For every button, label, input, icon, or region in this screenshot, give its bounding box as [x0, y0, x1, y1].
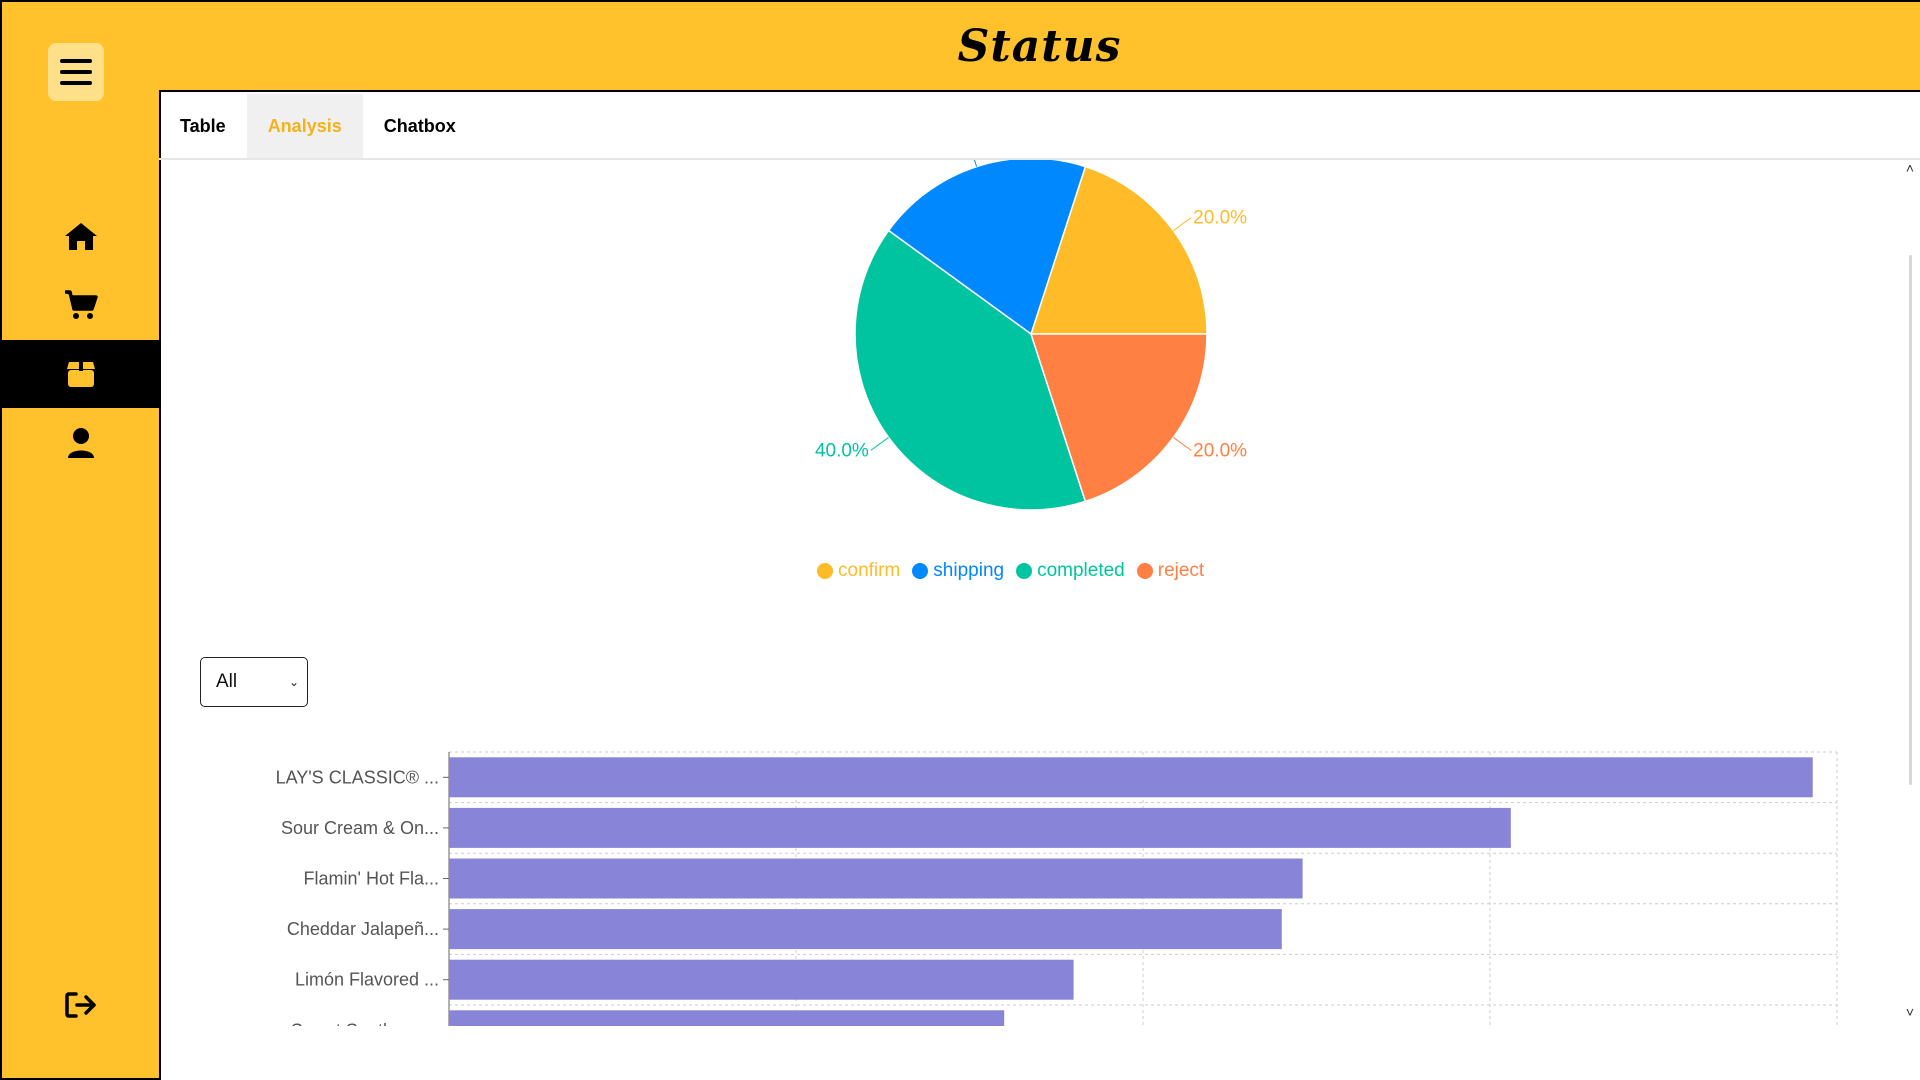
legend-dot: [912, 563, 929, 579]
pie-label-line: [973, 160, 978, 167]
y-tick-label: Flamin' Hot Fla...: [304, 869, 439, 889]
y-tick-label: LAY'S CLASSIC® ...: [276, 767, 439, 787]
pie-label: 20.0%: [1193, 208, 1247, 229]
legend-dot: [1136, 563, 1153, 579]
logout-icon: [64, 992, 96, 1018]
hamburger-icon: [60, 59, 92, 85]
scroll-down-icon[interactable]: ˅: [1906, 1004, 1914, 1020]
pie-legend: confirm shipping completed reject: [817, 560, 1204, 582]
sidebar-item-orders[interactable]: [2, 340, 159, 408]
legend-item-completed: completed: [1016, 560, 1125, 582]
home-icon: [64, 223, 97, 250]
y-tick-label: Sour Cream & On...: [281, 818, 439, 838]
select-value: All: [216, 671, 238, 692]
bar: [449, 909, 1282, 950]
page-title: Status: [957, 20, 1122, 72]
legend-dot: [817, 563, 833, 579]
chevron-down-icon: ⌄: [288, 675, 299, 689]
pie-label: 20.0%: [1193, 440, 1247, 461]
pie-label-line: [1173, 437, 1192, 451]
tab-table[interactable]: Table: [159, 94, 247, 158]
sidebar: [0, 0, 161, 1080]
y-tick-label: Cheddar Jalapeñ...: [287, 919, 439, 939]
tab-bar: Table Analysis Chatbox: [159, 94, 1920, 160]
legend-item-reject: reject: [1136, 560, 1205, 582]
status-pie-chart: 20.0% 40.0% 20.0%: [815, 160, 1247, 511]
pie-label-line: [870, 437, 889, 451]
y-tick-label: Sweet Southern ...: [291, 1020, 439, 1026]
status-filter-select[interactable]: All ⌄: [200, 657, 308, 707]
menu-toggle-button[interactable]: [48, 43, 104, 101]
pie-label-line: [1173, 217, 1192, 231]
legend-label: reject: [1157, 560, 1205, 581]
legend-item-confirm: confirm: [817, 560, 900, 582]
product-bar-chart: LAY'S CLASSIC® ... Sour Cream & On... Flam…: [276, 751, 1838, 1026]
legend-label: shipping: [933, 560, 1005, 581]
pie-label: 40.0%: [815, 440, 869, 461]
cart-icon: [64, 290, 98, 319]
legend-label: confirm: [838, 560, 901, 581]
user-icon: [67, 428, 94, 458]
box-icon: [66, 362, 95, 387]
sidebar-item-profile[interactable]: [2, 409, 159, 477]
bar: [449, 858, 1303, 899]
tab-chatbox[interactable]: Chatbox: [363, 94, 477, 158]
scrollbar-thumb[interactable]: [1909, 255, 1912, 785]
scroll-up-icon[interactable]: ˄: [1906, 160, 1914, 176]
legend-dot: [1016, 563, 1033, 579]
bar: [449, 807, 1511, 848]
bar: [449, 959, 1074, 1000]
bar: [449, 1010, 1005, 1026]
tab-analysis[interactable]: Analysis: [246, 94, 363, 158]
legend-label: completed: [1037, 560, 1125, 581]
y-tick-label: Limón Flavored ...: [295, 970, 439, 990]
bar: [449, 757, 1813, 798]
sidebar-item-home[interactable]: [2, 202, 159, 270]
analysis-panel: 20.0% 40.0% 20.0% confirm shipping complet…: [159, 160, 1920, 1026]
logout-button[interactable]: [2, 980, 159, 1030]
sidebar-item-cart[interactable]: [2, 271, 159, 339]
page-header: Status: [159, 0, 1920, 92]
legend-item-shipping: shipping: [912, 560, 1004, 582]
